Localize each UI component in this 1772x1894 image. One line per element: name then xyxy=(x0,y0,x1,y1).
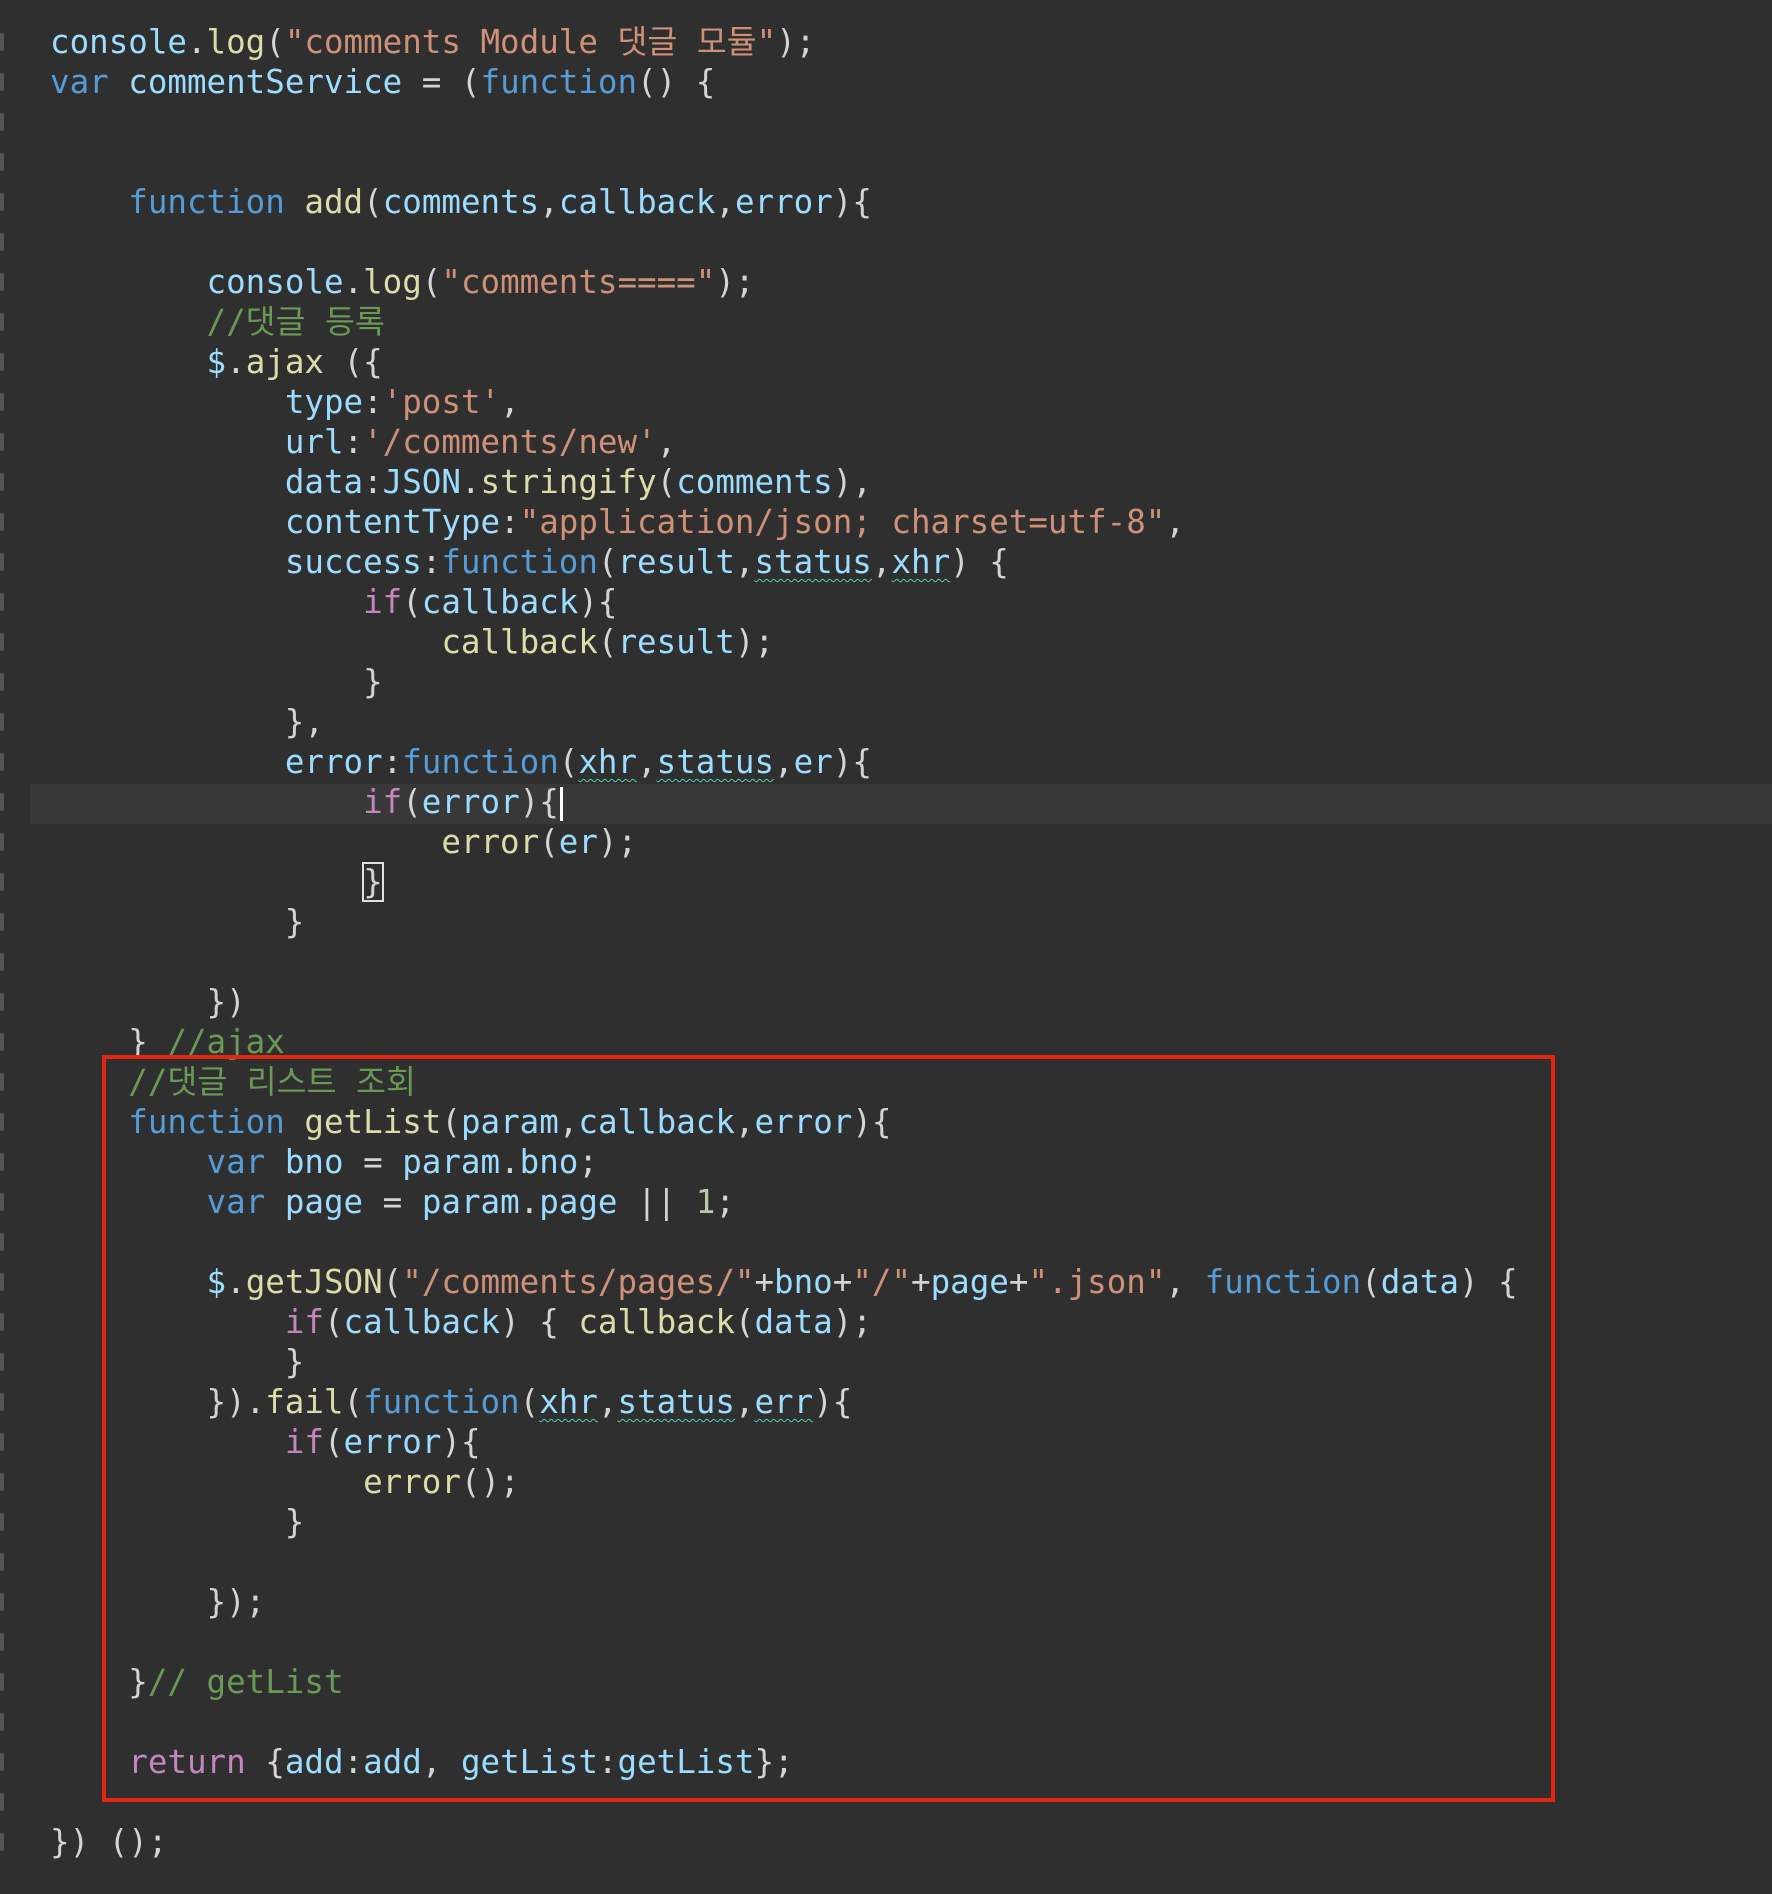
gutter-marker xyxy=(0,913,4,931)
code-line[interactable]: } xyxy=(50,662,383,702)
gutter-marker xyxy=(0,1593,4,1611)
code-line[interactable]: }) (); xyxy=(50,1822,167,1862)
gutter-marker xyxy=(0,833,4,851)
code-line[interactable]: }) xyxy=(50,982,246,1022)
code-line[interactable]: console.log("comments Module 댓글 모듈"); xyxy=(50,22,815,62)
gutter-marker xyxy=(0,1393,4,1411)
gutter-marker xyxy=(0,1833,4,1851)
matched-bracket: } xyxy=(362,862,384,902)
gutter-marker xyxy=(0,553,4,571)
gutter-marker xyxy=(0,1193,4,1211)
gutter-marker xyxy=(0,1713,4,1731)
code-line[interactable]: callback(result); xyxy=(50,622,774,662)
code-line[interactable]: console.log("comments===="); xyxy=(50,262,755,302)
gutter-marker xyxy=(0,593,4,611)
gutter-marker xyxy=(0,1353,4,1371)
code-line[interactable]: function add(comments,callback,error){ xyxy=(50,182,872,222)
gutter-marker xyxy=(0,353,4,371)
gutter-marker xyxy=(0,713,4,731)
code-line[interactable]: success:function(result,status,xhr) { xyxy=(50,542,1009,582)
gutter-marker xyxy=(0,513,4,531)
gutter-marker xyxy=(0,1753,4,1771)
gutter-marker xyxy=(0,73,4,91)
code-line[interactable]: url:'/comments/new', xyxy=(50,422,676,462)
annotation-highlight-box xyxy=(102,1055,1555,1802)
code-editor[interactable]: console.log("comments Module 댓글 모듈"); var… xyxy=(0,0,1772,1894)
code-line[interactable]: }, xyxy=(50,702,324,742)
code-line[interactable]: } xyxy=(50,902,305,942)
gutter-marker xyxy=(0,953,4,971)
gutter-marker xyxy=(0,1513,4,1531)
code-line[interactable]: type:'post', xyxy=(50,382,520,422)
code-line[interactable]: error(er); xyxy=(50,822,637,862)
gutter-marker xyxy=(0,33,4,51)
gutter-marker xyxy=(0,1553,4,1571)
gutter-marker xyxy=(0,1033,4,1051)
gutter-marker xyxy=(0,1673,4,1691)
gutter-marker xyxy=(0,313,4,331)
gutter-marker xyxy=(0,1633,4,1651)
code-line[interactable]: if(callback){ xyxy=(50,582,617,622)
gutter-marker xyxy=(0,1233,4,1251)
gutter-marker xyxy=(0,793,4,811)
gutter-marker xyxy=(0,1153,4,1171)
gutter-marker xyxy=(0,393,4,411)
gutter-marker xyxy=(0,1433,4,1451)
gutter-marker xyxy=(0,233,4,251)
code-line[interactable]: error:function(xhr,status,er){ xyxy=(50,742,872,782)
gutter-marker xyxy=(0,1313,4,1331)
code-line[interactable]: data:JSON.stringify(comments), xyxy=(50,462,872,502)
gutter-marker xyxy=(0,433,4,451)
gutter-marker xyxy=(0,113,4,131)
gutter-marker xyxy=(0,1113,4,1131)
gutter-marker xyxy=(0,1793,4,1811)
gutter-marker xyxy=(0,873,4,891)
gutter-marker xyxy=(0,273,4,291)
text-cursor xyxy=(559,787,563,821)
gutter-marker xyxy=(0,193,4,211)
gutter-marker xyxy=(0,633,4,651)
code-line[interactable]: //댓글 등록 xyxy=(50,302,385,342)
gutter-marker xyxy=(0,673,4,691)
gutter-marker xyxy=(0,473,4,491)
code-line[interactable]: if(error){ xyxy=(50,782,563,822)
code-line[interactable]: $.ajax ({ xyxy=(50,342,383,382)
gutter-marker xyxy=(0,1273,4,1291)
code-line[interactable]: contentType:"application/json; charset=u… xyxy=(50,502,1185,542)
code-line[interactable]: var commentService = (function() { xyxy=(50,62,715,102)
gutter-marker xyxy=(0,153,4,171)
gutter-marker xyxy=(0,753,4,771)
gutter-marker xyxy=(0,1073,4,1091)
gutter-marker xyxy=(0,1473,4,1491)
gutter-marker xyxy=(0,993,4,1011)
code-line[interactable]: } xyxy=(50,862,384,902)
